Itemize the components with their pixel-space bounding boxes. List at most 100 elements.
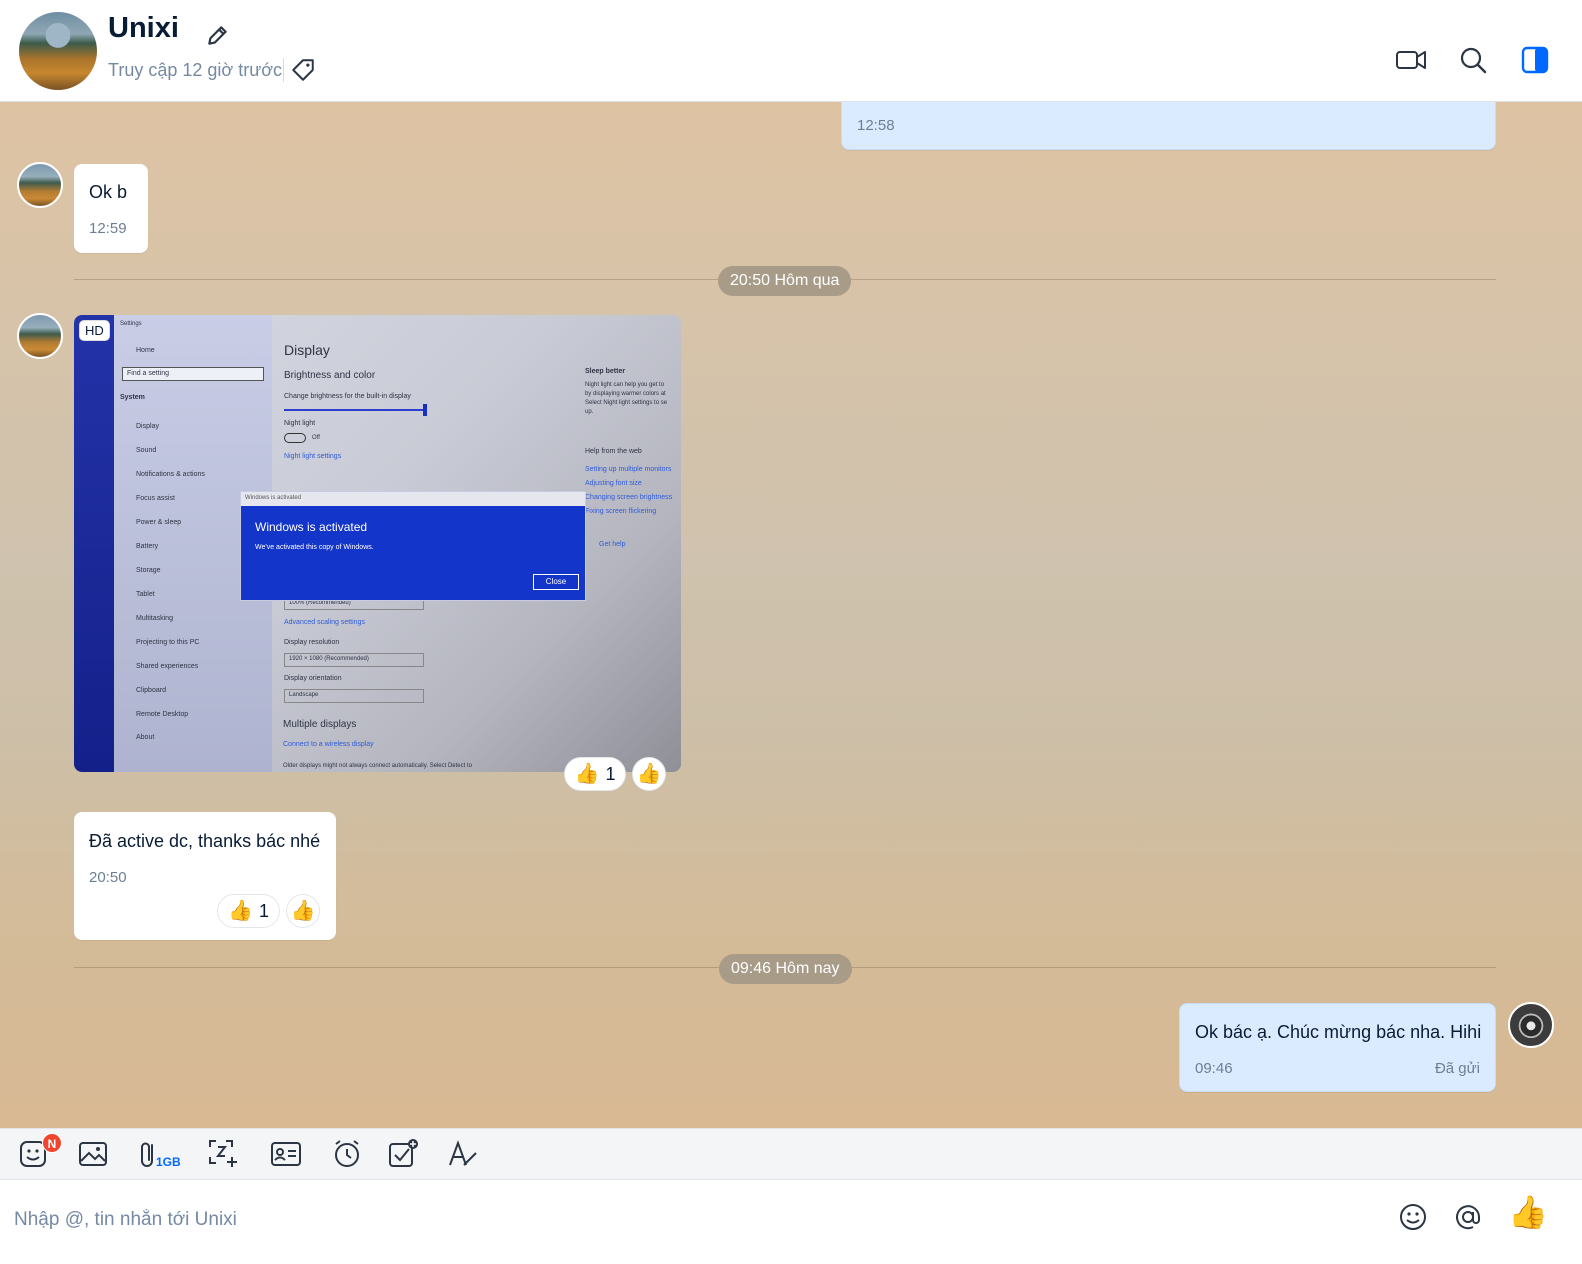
photo-menu-item: Storage xyxy=(136,567,161,574)
contact-avatar-small[interactable] xyxy=(17,162,63,208)
message-time: 09:46 xyxy=(1195,1060,1233,1077)
last-seen-status: Truy cập 12 giờ trước xyxy=(108,60,283,80)
message-time: 20:50 xyxy=(89,869,127,886)
contact-card-icon[interactable] xyxy=(269,1137,303,1171)
photo-taskbar xyxy=(74,315,114,772)
photo-link: Adjusting font size xyxy=(585,480,642,487)
photo-menu-item: Power & sleep xyxy=(136,519,182,526)
photo-find-box: Find a setting xyxy=(122,367,264,381)
file-size-limit: 1GB xyxy=(156,1155,181,1169)
photo-menu-item: Projecting to this PC xyxy=(136,639,200,646)
photo-text: Home xyxy=(136,347,155,354)
reaction-count: 1 xyxy=(258,900,269,921)
photo-dropdown: Landscape xyxy=(284,689,424,703)
date-divider-label: 20:50 Hôm qua xyxy=(718,266,852,296)
photo-menu-item: Sound xyxy=(136,447,157,454)
add-reaction-button[interactable]: 👍 xyxy=(632,757,666,791)
photo-slider-thumb xyxy=(423,404,427,416)
message-list[interactable]: 12:58 Ok b 12:59 20:50 Hôm qua Settings … xyxy=(0,102,1582,1128)
toggle-info-panel-icon[interactable] xyxy=(1518,43,1552,77)
photo-text: Night light xyxy=(284,420,316,427)
contact-name[interactable]: Unixi xyxy=(108,12,179,45)
photo-activation-dialog: Windows is activated Windows is activate… xyxy=(240,491,586,601)
message-text: Ok bác ạ. Chúc mừng bác nha. Hihi xyxy=(1195,1022,1482,1042)
photo-link: Advanced scaling settings xyxy=(284,619,365,626)
photo-menu-item: About xyxy=(136,734,155,741)
photo-menu-item: Notifications & actions xyxy=(136,471,205,478)
message-bubble-mine[interactable]: 12:58 xyxy=(841,102,1496,150)
photo-link: Changing screen brightness xyxy=(585,494,673,501)
message-input[interactable] xyxy=(14,1200,1374,1240)
thumbs-up-icon: 👍 xyxy=(574,763,600,785)
add-reaction-button[interactable]: 👍 xyxy=(286,894,320,928)
reminder-clock-icon[interactable] xyxy=(330,1137,364,1171)
photo-text: Display resolution xyxy=(284,639,340,646)
message-text: Đã active dc, thanks bác nhé xyxy=(89,831,321,851)
tag-icon[interactable] xyxy=(290,57,316,83)
photo-menu-item: Tablet xyxy=(136,591,155,598)
image-icon[interactable] xyxy=(76,1137,110,1171)
message-text: Ok b xyxy=(89,182,128,202)
screenshot-icon[interactable] xyxy=(206,1137,240,1171)
photo-link: Fixing screen flickering xyxy=(585,508,657,515)
chat-header: Unixi Truy cập 12 giờ trước xyxy=(0,0,1582,102)
photo-text: Select Night light settings to se xyxy=(585,400,668,406)
thumbs-up-icon: 👍 xyxy=(290,900,316,922)
photo-link: Get help xyxy=(599,541,626,548)
photo-text: Landscape xyxy=(289,692,319,698)
contact-avatar-small[interactable] xyxy=(17,313,63,359)
search-icon[interactable] xyxy=(1456,43,1490,77)
message-time: 12:58 xyxy=(857,117,895,134)
reaction-count: 1 xyxy=(605,763,616,784)
header-separator xyxy=(283,58,284,82)
photo-dialog-title: Windows is activated xyxy=(255,520,368,534)
photo-text: 1920 × 1080 (Recommended) xyxy=(289,656,369,662)
photo-menu-item: Remote Desktop xyxy=(136,711,189,718)
emoji-icon[interactable] xyxy=(1396,1200,1430,1234)
photo-text: Settings xyxy=(120,321,142,327)
image-message[interactable]: Settings Home Find a setting System Disp… xyxy=(74,315,681,772)
my-avatar[interactable] xyxy=(1508,1002,1554,1048)
photo-menu-item: Display xyxy=(136,423,159,430)
text-format-icon[interactable] xyxy=(446,1137,480,1171)
photo-text: Help from the web xyxy=(585,448,642,455)
message-bubble-contact[interactable]: Đã active dc, thanks bác nhé 20:50 👍 1 👍 xyxy=(74,812,336,940)
photo-text: by displaying warmer colors at xyxy=(585,391,666,397)
video-call-icon[interactable] xyxy=(1394,43,1428,77)
message-time: 12:59 xyxy=(89,220,127,237)
photo-menu-item: Clipboard xyxy=(136,687,166,694)
date-divider-label: 09:46 Hôm nay xyxy=(719,954,852,984)
photo-link: Connect to a wireless display xyxy=(283,741,374,748)
composer-toolbar: N 1GB xyxy=(0,1128,1582,1180)
photo-text: Older displays might not always connect … xyxy=(283,763,472,769)
reaction-summary[interactable]: 👍 1 xyxy=(217,894,280,928)
photo-text: Find a setting xyxy=(127,370,170,377)
reaction-summary[interactable]: 👍 1 xyxy=(564,757,626,791)
photo-menu-item: Battery xyxy=(136,543,159,550)
message-bubble-mine[interactable]: Ok bác ạ. Chúc mừng bác nha. Hihi 09:46 … xyxy=(1179,1003,1496,1092)
photo-text: Brightness and color xyxy=(284,370,376,381)
message-bubble-contact[interactable]: Ok b 12:59 xyxy=(74,164,148,253)
photo-text: Sleep better xyxy=(585,368,626,375)
photo-toggle xyxy=(284,433,306,443)
todo-icon[interactable] xyxy=(386,1137,420,1171)
quick-like-icon[interactable]: 👍 xyxy=(1508,1196,1548,1228)
photo-dialog-close-button: Close xyxy=(533,574,579,590)
contact-avatar[interactable] xyxy=(19,12,97,90)
photo-dialog-body: We've activated this copy of Windows. xyxy=(255,544,374,551)
photo-menu-item: Multitasking xyxy=(136,615,173,622)
thumbs-up-icon: 👍 xyxy=(636,763,662,785)
photo-brightness-slider xyxy=(284,409,426,411)
mention-icon[interactable] xyxy=(1451,1200,1485,1234)
photo-text: Off xyxy=(312,435,320,441)
thumbs-up-icon: 👍 xyxy=(228,900,253,922)
edit-name-icon[interactable] xyxy=(205,22,231,48)
photo-text: Night light can help you get to xyxy=(585,382,665,388)
photo-text: up. xyxy=(585,409,594,415)
photo-link: Setting up multiple monitors xyxy=(585,466,672,473)
photo-dropdown: 1920 × 1080 (Recommended) xyxy=(284,653,424,667)
photo-text: Multiple displays xyxy=(283,719,357,730)
photo-menu-item: Focus assist xyxy=(136,495,175,502)
photo-text: System xyxy=(120,394,145,401)
message-composer: 👍 xyxy=(0,1180,1582,1264)
